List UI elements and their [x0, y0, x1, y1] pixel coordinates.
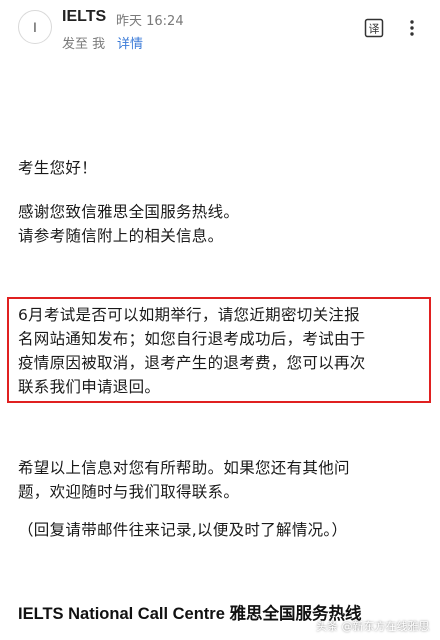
notice-line: 6月考试是否可以如期举行，请您近期密切关注报	[18, 306, 360, 324]
recipient-line: 发至 我	[62, 37, 106, 52]
notice-paragraph: 6月考试是否可以如期举行，请您近期密切关注报 名网站通知发布；如您自行退考成功后…	[18, 303, 366, 399]
sent-time: 昨天 16:24	[116, 14, 184, 29]
svg-text:译: 译	[369, 23, 380, 36]
signature: IELTS National Call Centre 雅思全国服务热线	[18, 605, 362, 623]
hope-line: 题，欢迎随时与我们取得联系。	[18, 483, 240, 501]
details-link[interactable]: 详情	[117, 33, 143, 52]
notice-line: 联系我们申请退回。	[18, 378, 161, 396]
more-icon[interactable]	[404, 20, 420, 36]
reply-note: （回复请带邮件往来记录,以便及时了解情况。）	[18, 521, 348, 539]
hope-line: 希望以上信息对您有所帮助。如果您还有其他问	[18, 459, 350, 477]
translate-icon[interactable]: 译	[364, 18, 384, 38]
watermark: 头条 @新东方在线雅思	[316, 620, 430, 633]
sender-avatar[interactable]: I	[18, 10, 52, 44]
greeting: 考生您好！	[18, 159, 98, 177]
thanks-paragraph: 感谢您致信雅思全国服务热线。 请参考随信附上的相关信息。	[18, 200, 239, 248]
sender-name[interactable]: IELTS	[62, 8, 106, 26]
thanks-line: 请参考随信附上的相关信息。	[18, 227, 224, 245]
notice-line: 名网站通知发布；如您自行退考成功后，考试由于	[18, 330, 366, 348]
thanks-line: 感谢您致信雅思全国服务热线。	[18, 203, 240, 221]
notice-line: 疫情原因被取消，退考产生的退考费，您可以再次	[18, 354, 366, 372]
hope-paragraph: 希望以上信息对您有所帮助。如果您还有其他问 题，欢迎随时与我们取得联系。	[18, 456, 350, 504]
